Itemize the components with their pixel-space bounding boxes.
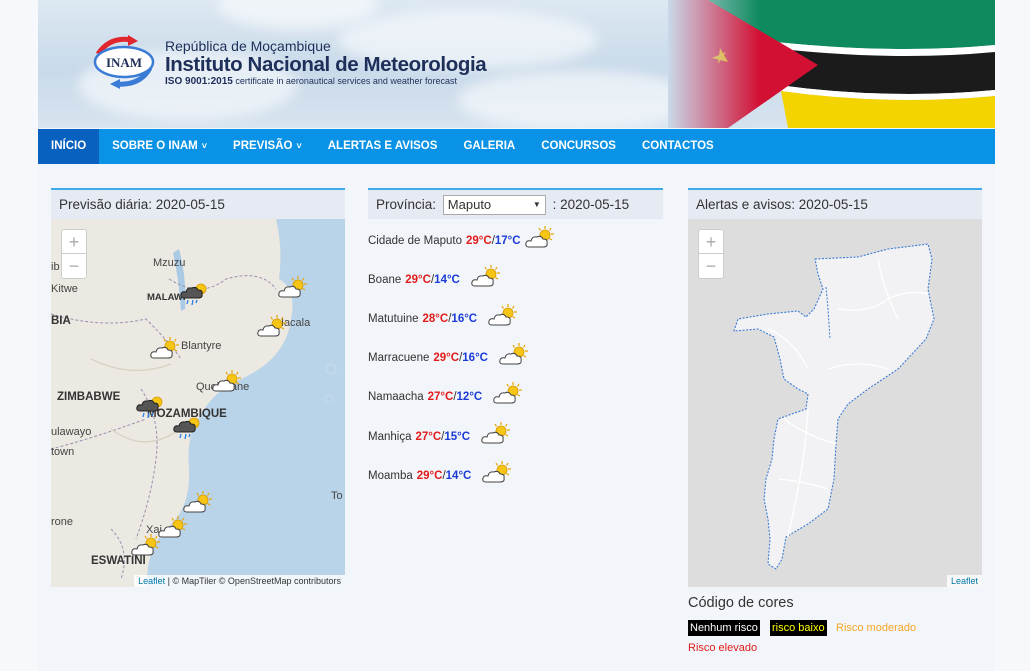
partly-cloudy-icon[interactable] <box>211 369 243 395</box>
map-attribution: Leaflet | © MapTiler © OpenStreetMap con… <box>134 575 345 587</box>
inam-logo[interactable]: INAM <box>90 34 160 95</box>
partly-cloudy-icon <box>498 342 530 368</box>
site-header: INAM República de Moçambique Instituto N… <box>38 0 995 128</box>
map-label-lb: ib <box>51 261 60 273</box>
province-date: : 2020-05-15 <box>552 197 630 212</box>
zoom-out-button[interactable]: − <box>699 254 723 278</box>
institute-name: Instituto Nacional de Meteorologia <box>165 53 487 76</box>
partly-cloudy-icon <box>470 264 502 290</box>
risk-none-badge: Nenhum risco <box>688 620 760 636</box>
zoom-in-button[interactable]: + <box>62 230 86 254</box>
map-label-mzuzu: Mzuzu <box>153 257 186 269</box>
nav-previsao[interactable]: PREVISÃO ˅ <box>220 129 315 164</box>
thunderstorm-icon[interactable] <box>135 394 167 420</box>
province-forecast-panel: Província: Maputo ▼ : 2020-05-15 Cidade d… <box>368 188 663 519</box>
partly-cloudy-icon <box>480 421 512 447</box>
province-select[interactable]: Maputo ▼ <box>442 195 546 216</box>
daily-forecast-title: Previsão diária: 2020-05-15 <box>51 188 345 219</box>
map-label-zambia: BIA <box>51 315 71 327</box>
dropdown-arrow-icon: ▼ <box>532 200 541 210</box>
list-item: Moamba 29°C/14°C <box>368 466 513 486</box>
republic-name: República de Moçambique <box>165 38 331 54</box>
province-list: Cidade de Maputo 29°C/17°C Boane 29°C/14°C… <box>368 219 663 519</box>
alerts-title: Alertas e avisos: 2020-05-15 <box>688 188 982 219</box>
map-attribution: Leaflet <box>946 575 982 587</box>
risk-moderate-badge: Risco moderado <box>836 622 917 634</box>
map-zoom-control: + − <box>61 229 87 279</box>
list-item: Matutuine 28°C/16°C <box>368 309 519 329</box>
main-nav: INÍCIO SOBRE O INAM ˅ PREVISÃO ˅ ALERTAS E… <box>38 129 995 164</box>
alerts-panel: Alertas e avisos: 2020-05-15 + − Leaflet <box>688 188 982 587</box>
leaflet-link[interactable]: Leaflet <box>138 576 165 586</box>
zoom-out-button[interactable]: − <box>62 254 86 278</box>
nav-contactos[interactable]: CONTACTOS <box>629 129 727 164</box>
list-item: Namaacha 27°C/12°C <box>368 387 524 407</box>
nav-galeria[interactable]: GALERIA <box>450 129 528 164</box>
mozambique-flag-image <box>668 0 995 128</box>
nav-concursos[interactable]: CONCURSOS <box>528 129 629 164</box>
nav-alertas-e-avisos[interactable]: ALERTAS E AVISOS <box>315 129 451 164</box>
map-label-zimbabwe: ZIMBABWE <box>57 391 121 403</box>
alerts-map[interactable]: + − Leaflet <box>688 219 982 587</box>
iso-description: certificate in aeronautical services and… <box>235 76 457 86</box>
partly-cloudy-icon <box>492 381 524 407</box>
map-label-town: town <box>51 446 75 458</box>
partly-cloudy-icon[interactable] <box>130 533 162 559</box>
map-zoom-control: + − <box>698 229 724 279</box>
thunderstorm-icon[interactable] <box>179 281 211 307</box>
partly-cloudy-icon <box>524 225 556 251</box>
nav-sobre-o-inam[interactable]: SOBRE O INAM ˅ <box>99 129 220 164</box>
logo-text: INAM <box>106 55 142 70</box>
map-label-bulawayo: ulawayo <box>51 426 92 438</box>
page: INAM República de Moçambique Instituto N… <box>38 0 995 671</box>
map-label-rone: rone <box>51 516 74 528</box>
mozambique-outline <box>733 243 935 570</box>
daily-forecast-map[interactable]: + − ib Mzuzu Kitwe BIA MALAWI Blantyre N… <box>51 219 345 587</box>
iso-certificate: ISO 9001:2015 certificate in aeronautica… <box>165 75 525 88</box>
thunderstorm-icon[interactable] <box>172 415 204 441</box>
iso-code: ISO 9001:2015 <box>165 76 233 87</box>
list-item: Marracuene 29°C/16°C <box>368 348 530 368</box>
chevron-down-icon: ˅ <box>296 141 302 151</box>
daily-forecast-panel: Previsão diária: 2020-05-15 + − ib Mzuzu <box>51 188 345 587</box>
leaflet-link[interactable]: Leaflet <box>951 576 978 586</box>
color-code-title: Código de cores <box>688 595 794 611</box>
list-item: Manhiça 27°C/15°C <box>368 427 512 447</box>
zoom-in-button[interactable]: + <box>699 230 723 254</box>
site-branding: República de Moçambique Instituto Nacion… <box>165 38 525 88</box>
list-item: Boane 29°C/14°C <box>368 270 502 290</box>
partly-cloudy-icon[interactable] <box>277 275 309 301</box>
map-label-blantyre: Blantyre <box>181 340 222 352</box>
province-label: Província: <box>376 197 437 212</box>
list-item: Cidade de Maputo 29°C/17°C <box>368 231 556 251</box>
partly-cloudy-icon[interactable] <box>182 490 214 516</box>
risk-low-badge: risco baixo <box>770 620 827 636</box>
nav-inicio[interactable]: INÍCIO <box>38 129 100 164</box>
province-forecast-header: Província: Maputo ▼ : 2020-05-15 <box>368 188 663 219</box>
map-label-to: To <box>331 490 343 502</box>
partly-cloudy-icon[interactable] <box>256 314 288 340</box>
partly-cloudy-icon[interactable] <box>149 336 181 362</box>
partly-cloudy-icon <box>481 460 513 486</box>
map-label-kitwe: Kitwe <box>51 283 78 295</box>
chevron-down-icon: ˅ <box>201 141 208 151</box>
partly-cloudy-icon <box>487 303 519 329</box>
risk-high-badge: Risco elevado <box>688 642 758 654</box>
